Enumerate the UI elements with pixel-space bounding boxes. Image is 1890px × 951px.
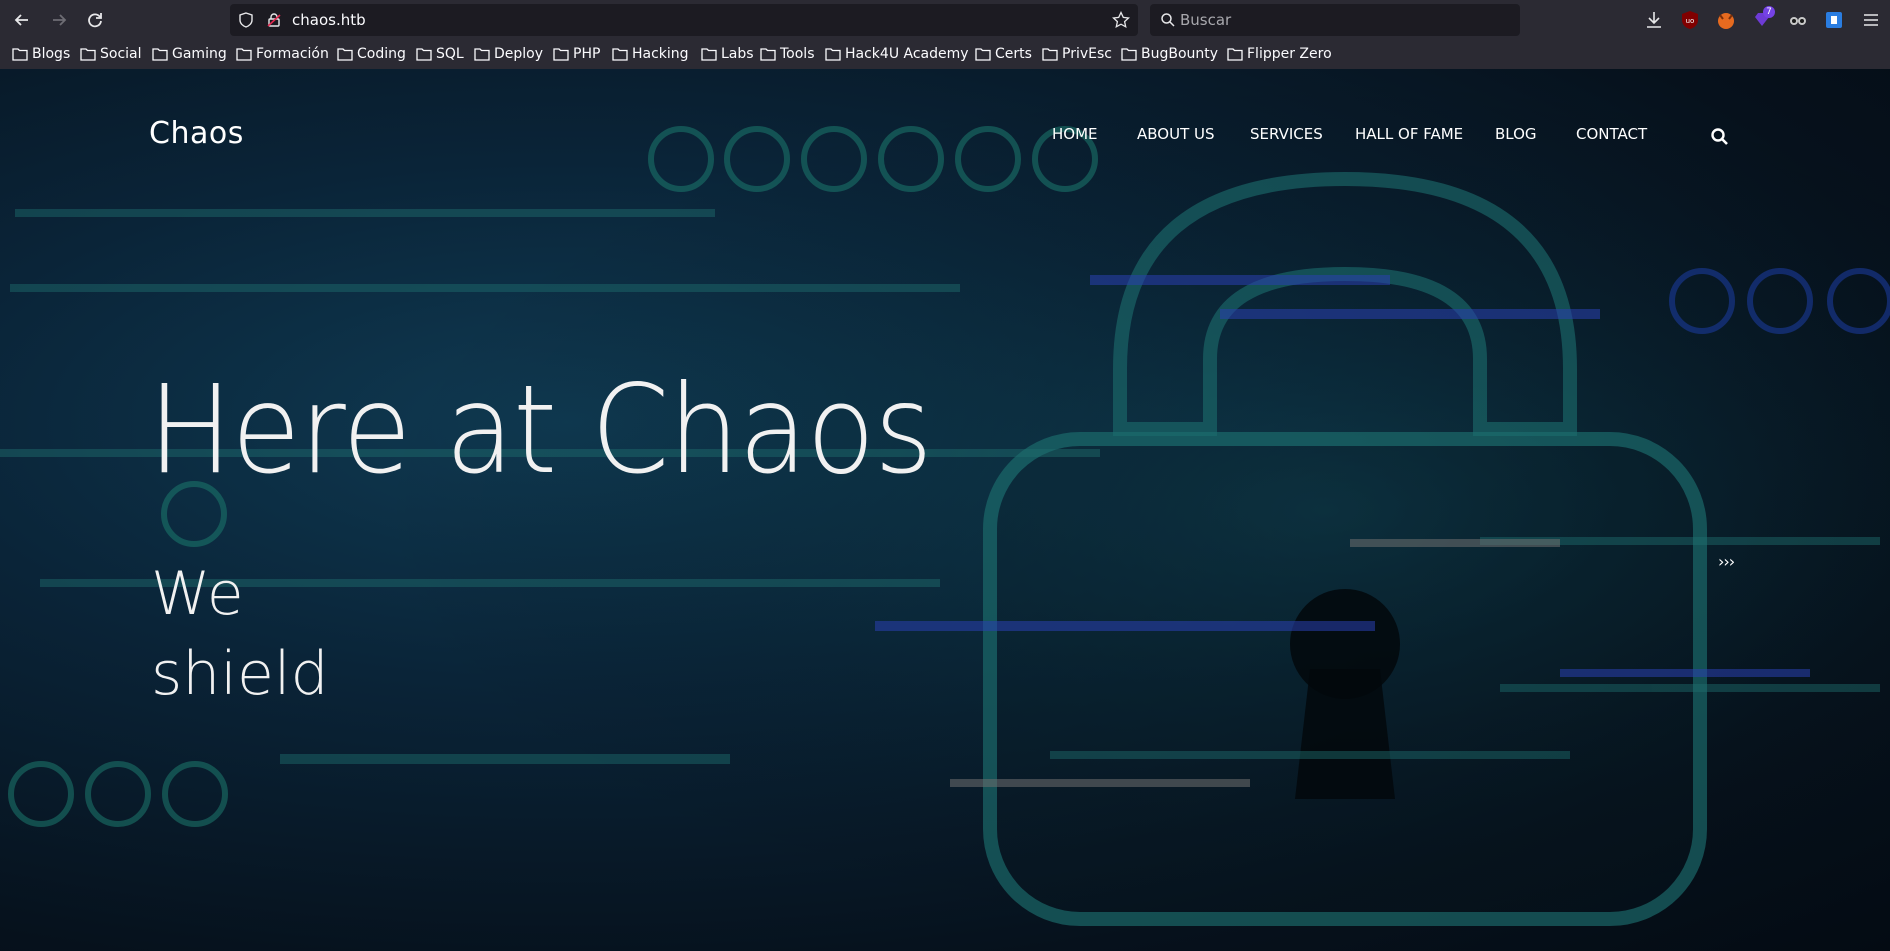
bookmark-folder[interactable]: Tools <box>760 44 815 64</box>
bookmark-folder[interactable]: SQL <box>416 44 464 64</box>
bookmark-label: Blogs <box>32 46 71 62</box>
bookmark-folder[interactable]: Social <box>80 44 142 64</box>
bookmark-folder[interactable]: Flipper Zero <box>1227 44 1332 64</box>
cyber-lock-background-image <box>0 69 1890 951</box>
bookmarks-bar: Blogs Social Gaming Formación Coding SQL Deplo… <box>0 42 1890 66</box>
reload-icon <box>88 13 102 28</box>
bookmark-label: Hack4U Academy <box>845 46 969 62</box>
nav-services[interactable]: SERVICES <box>1250 125 1323 143</box>
downloads-icon[interactable] <box>1643 9 1665 31</box>
url-text[interactable]: chaos.htb <box>292 11 366 29</box>
bookmark-label: Gaming <box>172 46 227 62</box>
bookmark-label: Tools <box>780 46 815 62</box>
folder-icon <box>701 48 717 61</box>
hero-subtitle-line-2: shield <box>151 639 329 709</box>
menu-icon[interactable] <box>1860 9 1882 31</box>
search-icon <box>1161 13 1175 27</box>
folder-icon <box>825 48 841 61</box>
folder-icon <box>474 48 490 61</box>
site-search-icon[interactable] <box>1710 127 1730 147</box>
browser-chrome: chaos.htb uo 7 Blogs Social Gaming Formació… <box>0 0 1890 69</box>
bookmark-label: Coding <box>357 46 406 62</box>
slider-next-button[interactable]: ››› <box>1718 552 1735 571</box>
back-button[interactable] <box>11 9 33 31</box>
bookmark-label: Hacking <box>632 46 689 62</box>
bookmark-star-icon[interactable] <box>1112 11 1130 29</box>
bookmark-folder[interactable]: Gaming <box>152 44 227 64</box>
bookmark-label: BugBounty <box>1141 46 1219 62</box>
folder-icon <box>416 48 432 61</box>
address-bar[interactable]: chaos.htb <box>230 4 1138 36</box>
folder-icon <box>337 48 353 61</box>
browser-toolbar: chaos.htb uo 7 <box>0 0 1890 40</box>
folder-icon <box>152 48 168 61</box>
nav-home[interactable]: HOME <box>1052 125 1098 143</box>
nav-blog[interactable]: BLOG <box>1495 125 1537 143</box>
folder-icon <box>760 48 776 61</box>
hero-subtitle-line-1: We <box>151 559 244 629</box>
bookmark-folder[interactable]: Hack4U Academy <box>825 44 969 64</box>
bookmark-folder[interactable]: PrivEsc <box>1042 44 1112 64</box>
hero-title: Here at Chaos <box>148 359 933 501</box>
search-bar[interactable] <box>1150 4 1520 36</box>
folder-icon <box>1227 48 1243 61</box>
bookmark-label: PHP <box>573 46 601 62</box>
search-input[interactable] <box>1180 9 1500 31</box>
bookmark-folder[interactable]: Deploy <box>474 44 543 64</box>
chaos-website: Chaos HOME ABOUT US SERVICES HALL OF FAM… <box>0 69 1890 951</box>
spy-glasses-icon[interactable] <box>1787 9 1809 31</box>
forward-arrow-icon <box>53 14 67 26</box>
forward-button[interactable] <box>48 9 70 31</box>
foxyproxy-icon[interactable] <box>1715 9 1737 31</box>
bookmark-folder[interactable]: PHP <box>553 44 600 64</box>
main-nav: HOME ABOUT US SERVICES HALL OF FAME BLOG… <box>0 125 1890 149</box>
bookmark-folder[interactable]: Formación <box>236 44 329 64</box>
folder-icon <box>236 48 252 61</box>
folder-icon <box>612 48 628 61</box>
bookmark-label: PrivEsc <box>1062 46 1112 62</box>
nav-about-us[interactable]: ABOUT US <box>1137 125 1215 143</box>
bookmark-folder[interactable]: Coding <box>337 44 406 64</box>
bookmark-label: Labs <box>721 46 754 62</box>
bookmark-label: Certs <box>995 46 1032 62</box>
folder-icon <box>1042 48 1058 61</box>
folder-icon <box>12 48 28 61</box>
extension-badge: 7 <box>1763 6 1775 18</box>
folder-icon <box>975 48 991 61</box>
bookmark-label: Formación <box>256 46 329 62</box>
folder-icon <box>553 48 569 61</box>
svg-text:uo: uo <box>1686 17 1695 25</box>
bookmark-folder[interactable]: Blogs <box>12 44 70 64</box>
back-arrow-icon <box>14 14 28 26</box>
bookmark-folder[interactable]: Certs <box>975 44 1032 64</box>
folder-icon <box>1121 48 1137 61</box>
bookmark-label: Social <box>100 46 142 62</box>
tracking-shield-icon[interactable] <box>238 12 254 28</box>
nav-hall-of-fame[interactable]: HALL OF FAME <box>1355 125 1463 143</box>
bookmark-label: Deploy <box>494 46 544 62</box>
bookmark-label: SQL <box>436 46 464 62</box>
bookmark-folder[interactable]: BugBounty <box>1121 44 1218 64</box>
nav-contact[interactable]: CONTACT <box>1576 125 1647 143</box>
bookmark-folder[interactable]: Labs <box>701 44 754 64</box>
ublock-icon[interactable]: uo <box>1679 9 1701 31</box>
container-extension-icon[interactable] <box>1823 9 1845 31</box>
bookmark-label: Flipper Zero <box>1247 46 1332 62</box>
bookmark-folder[interactable]: Hacking <box>612 44 689 64</box>
folder-icon <box>80 48 96 61</box>
reload-button[interactable] <box>84 9 106 31</box>
insecure-lock-icon[interactable] <box>266 12 282 28</box>
